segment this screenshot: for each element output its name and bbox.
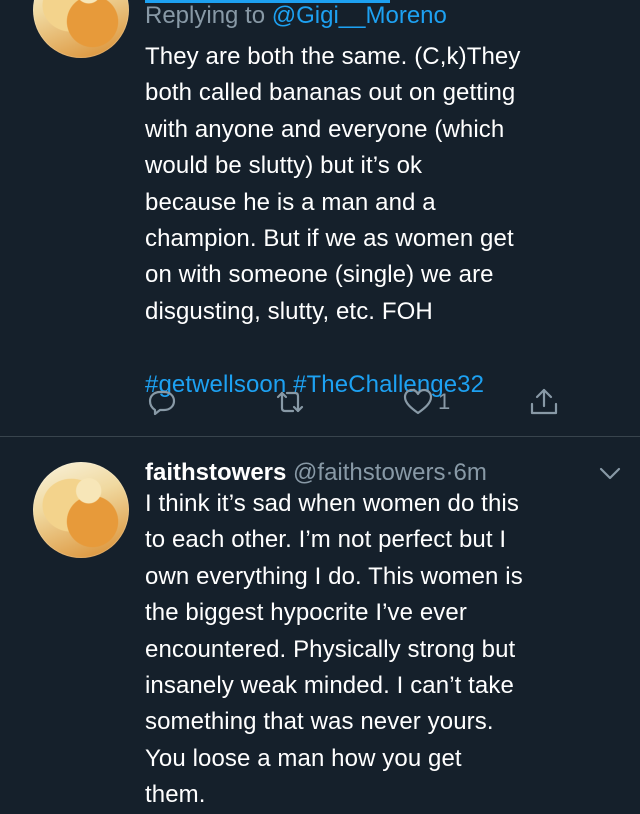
reply-icon [148, 390, 176, 416]
retweet-button[interactable] [274, 385, 306, 419]
avatar[interactable] [33, 462, 129, 558]
replying-to-line: Replying to @Gigi__Moreno [145, 1, 615, 31]
like-button[interactable]: 1 [402, 385, 450, 419]
like-count: 1 [438, 389, 451, 414]
user-handle[interactable]: @faithstowers [293, 459, 445, 486]
retweet-icon [276, 391, 304, 413]
display-name[interactable]: faithstowers [145, 459, 286, 486]
tweet[interactable]: faithstowers @faithstowers·6m I think it… [0, 437, 640, 808]
replying-to-handle[interactable]: @Gigi__Moreno [272, 2, 447, 29]
avatar[interactable] [33, 0, 129, 58]
timestamp[interactable]: 6m [453, 459, 486, 486]
heart-icon [403, 388, 433, 415]
reply-button[interactable] [146, 385, 178, 419]
tweet-reply[interactable]: Replying to @Gigi__Moreno They are both … [0, 0, 640, 436]
tweet-actions: 1 [0, 385, 640, 419]
chevron-down-icon[interactable] [597, 462, 623, 484]
share-button[interactable] [528, 385, 560, 419]
tweet-header: faithstowers @faithstowers·6m [145, 458, 621, 488]
tweet-text: I think it’s sad when women do this to e… [145, 490, 523, 809]
share-icon [530, 388, 558, 415]
tweet-text: They are both the same. (C,k)They both c… [145, 43, 521, 325]
replying-to-prefix: Replying to [145, 2, 272, 29]
